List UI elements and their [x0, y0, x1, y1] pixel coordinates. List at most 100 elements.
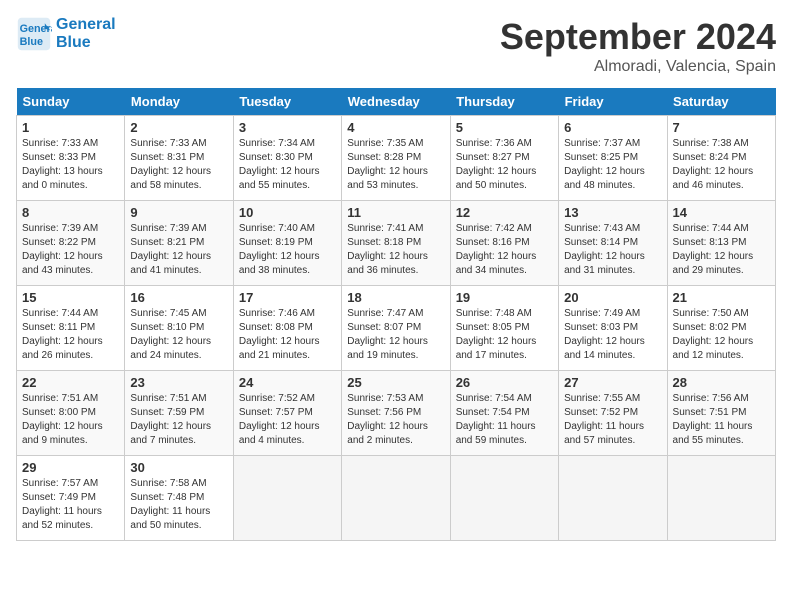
day-number: 22 [22, 375, 119, 390]
day-info: Sunrise: 7:34 AMSunset: 8:30 PMDaylight:… [239, 137, 336, 193]
day-number: 26 [456, 375, 553, 390]
day-number: 4 [347, 120, 444, 135]
day-number: 28 [673, 375, 770, 390]
day-info: Sunrise: 7:43 AMSunset: 8:14 PMDaylight:… [564, 222, 661, 278]
day-number: 14 [673, 205, 770, 220]
day-info: Sunrise: 7:42 AMSunset: 8:16 PMDaylight:… [456, 222, 553, 278]
day-info: Sunrise: 7:58 AMSunset: 7:48 PMDaylight:… [130, 477, 227, 533]
col-header-friday: Friday [559, 88, 667, 116]
day-number: 5 [456, 120, 553, 135]
day-info: Sunrise: 7:53 AMSunset: 7:56 PMDaylight:… [347, 392, 444, 448]
day-number: 1 [22, 120, 119, 135]
col-header-wednesday: Wednesday [342, 88, 450, 116]
day-info: Sunrise: 7:33 AMSunset: 8:31 PMDaylight:… [130, 137, 227, 193]
day-info: Sunrise: 7:36 AMSunset: 8:27 PMDaylight:… [456, 137, 553, 193]
calendar-body: 1 Sunrise: 7:33 AMSunset: 8:33 PMDaylight… [17, 116, 776, 541]
day-info: Sunrise: 7:46 AMSunset: 8:08 PMDaylight:… [239, 307, 336, 363]
logo: General Blue General Blue [16, 16, 116, 52]
calendar-cell: 21Sunrise: 7:50 AMSunset: 8:02 PMDayligh… [667, 286, 775, 371]
day-info: Sunrise: 7:37 AMSunset: 8:25 PMDaylight:… [564, 137, 661, 193]
calendar-cell [667, 456, 775, 541]
col-header-sunday: Sunday [17, 88, 125, 116]
day-info: Sunrise: 7:44 AMSunset: 8:11 PMDaylight:… [22, 307, 119, 363]
day-number: 16 [130, 290, 227, 305]
day-number: 3 [239, 120, 336, 135]
day-number: 20 [564, 290, 661, 305]
day-number: 2 [130, 120, 227, 135]
day-number: 15 [22, 290, 119, 305]
calendar-cell: 5 Sunrise: 7:36 AMSunset: 8:27 PMDaylight… [450, 116, 558, 201]
calendar-cell: 13 Sunrise: 7:43 AMSunset: 8:14 PMDayligh… [559, 201, 667, 286]
day-info: Sunrise: 7:57 AMSunset: 7:49 PMDaylight:… [22, 477, 119, 533]
col-header-saturday: Saturday [667, 88, 775, 116]
svg-text:Blue: Blue [20, 36, 43, 48]
calendar-cell: 10Sunrise: 7:40 AMSunset: 8:19 PMDayligh… [233, 201, 341, 286]
day-number: 13 [564, 205, 661, 220]
calendar-cell: 27 Sunrise: 7:55 AMSunset: 7:52 PMDayligh… [559, 371, 667, 456]
calendar-table: SundayMondayTuesdayWednesdayThursdayFrid… [16, 88, 776, 541]
calendar-cell: 15 Sunrise: 7:44 AMSunset: 8:11 PMDayligh… [17, 286, 125, 371]
day-number: 11 [347, 205, 444, 220]
calendar-cell: 22 Sunrise: 7:51 AMSunset: 8:00 PMDayligh… [17, 371, 125, 456]
col-header-monday: Monday [125, 88, 233, 116]
day-info: Sunrise: 7:50 AMSunset: 8:02 PMDaylight:… [673, 307, 770, 363]
day-info: Sunrise: 7:51 AMSunset: 7:59 PMDaylight:… [130, 392, 227, 448]
day-number: 7 [673, 120, 770, 135]
day-number: 27 [564, 375, 661, 390]
calendar-cell [342, 456, 450, 541]
calendar-cell: 17 Sunrise: 7:46 AMSunset: 8:08 PMDayligh… [233, 286, 341, 371]
calendar-week-4: 22 Sunrise: 7:51 AMSunset: 8:00 PMDayligh… [17, 371, 776, 456]
logo-line1: General [56, 16, 116, 34]
calendar-cell: 25 Sunrise: 7:53 AMSunset: 7:56 PMDayligh… [342, 371, 450, 456]
calendar-week-3: 15 Sunrise: 7:44 AMSunset: 8:11 PMDayligh… [17, 286, 776, 371]
col-header-thursday: Thursday [450, 88, 558, 116]
day-number: 9 [130, 205, 227, 220]
calendar-cell: 29 Sunrise: 7:57 AMSunset: 7:49 PMDayligh… [17, 456, 125, 541]
location: Almoradi, Valencia, Spain [500, 58, 776, 76]
month-title: September 2024 Almoradi, Valencia, Spain [500, 16, 776, 76]
day-info: Sunrise: 7:39 AMSunset: 8:22 PMDaylight:… [22, 222, 119, 278]
calendar-cell: 2 Sunrise: 7:33 AMSunset: 8:31 PMDaylight… [125, 116, 233, 201]
calendar-cell: 16Sunrise: 7:45 AMSunset: 8:10 PMDayligh… [125, 286, 233, 371]
col-header-tuesday: Tuesday [233, 88, 341, 116]
day-number: 24 [239, 375, 336, 390]
calendar-cell: 11 Sunrise: 7:41 AMSunset: 8:18 PMDayligh… [342, 201, 450, 286]
calendar-cell: 3 Sunrise: 7:34 AMSunset: 8:30 PMDaylight… [233, 116, 341, 201]
day-info: Sunrise: 7:44 AMSunset: 8:13 PMDaylight:… [673, 222, 770, 278]
day-info: Sunrise: 7:52 AMSunset: 7:57 PMDaylight:… [239, 392, 336, 448]
calendar-week-2: 8 Sunrise: 7:39 AMSunset: 8:22 PMDaylight… [17, 201, 776, 286]
day-number: 29 [22, 460, 119, 475]
page-header: General Blue General Blue September 2024… [16, 16, 776, 76]
day-info: Sunrise: 7:48 AMSunset: 8:05 PMDaylight:… [456, 307, 553, 363]
calendar-cell: 24 Sunrise: 7:52 AMSunset: 7:57 PMDayligh… [233, 371, 341, 456]
day-number: 6 [564, 120, 661, 135]
day-info: Sunrise: 7:47 AMSunset: 8:07 PMDaylight:… [347, 307, 444, 363]
day-info: Sunrise: 7:51 AMSunset: 8:00 PMDaylight:… [22, 392, 119, 448]
calendar-cell [559, 456, 667, 541]
day-info: Sunrise: 7:38 AMSunset: 8:24 PMDaylight:… [673, 137, 770, 193]
day-info: Sunrise: 7:35 AMSunset: 8:28 PMDaylight:… [347, 137, 444, 193]
day-number: 8 [22, 205, 119, 220]
day-number: 17 [239, 290, 336, 305]
day-info: Sunrise: 7:41 AMSunset: 8:18 PMDaylight:… [347, 222, 444, 278]
day-number: 30 [130, 460, 227, 475]
calendar-header-row: SundayMondayTuesdayWednesdayThursdayFrid… [17, 88, 776, 116]
day-info: Sunrise: 7:39 AMSunset: 8:21 PMDaylight:… [130, 222, 227, 278]
day-number: 25 [347, 375, 444, 390]
day-number: 12 [456, 205, 553, 220]
calendar-week-5: 29 Sunrise: 7:57 AMSunset: 7:49 PMDayligh… [17, 456, 776, 541]
calendar-week-1: 1 Sunrise: 7:33 AMSunset: 8:33 PMDaylight… [17, 116, 776, 201]
calendar-cell: 1 Sunrise: 7:33 AMSunset: 8:33 PMDaylight… [17, 116, 125, 201]
calendar-cell: 23Sunrise: 7:51 AMSunset: 7:59 PMDayligh… [125, 371, 233, 456]
calendar-cell: 4 Sunrise: 7:35 AMSunset: 8:28 PMDaylight… [342, 116, 450, 201]
day-info: Sunrise: 7:40 AMSunset: 8:19 PMDaylight:… [239, 222, 336, 278]
day-info: Sunrise: 7:33 AMSunset: 8:33 PMDaylight:… [22, 137, 119, 193]
calendar-cell: 7 Sunrise: 7:38 AMSunset: 8:24 PMDaylight… [667, 116, 775, 201]
calendar-cell: 8 Sunrise: 7:39 AMSunset: 8:22 PMDaylight… [17, 201, 125, 286]
logo-line2: Blue [56, 34, 116, 52]
day-info: Sunrise: 7:55 AMSunset: 7:52 PMDaylight:… [564, 392, 661, 448]
day-number: 18 [347, 290, 444, 305]
day-info: Sunrise: 7:54 AMSunset: 7:54 PMDaylight:… [456, 392, 553, 448]
calendar-cell: 19Sunrise: 7:48 AMSunset: 8:05 PMDayligh… [450, 286, 558, 371]
calendar-cell: 28Sunrise: 7:56 AMSunset: 7:51 PMDayligh… [667, 371, 775, 456]
